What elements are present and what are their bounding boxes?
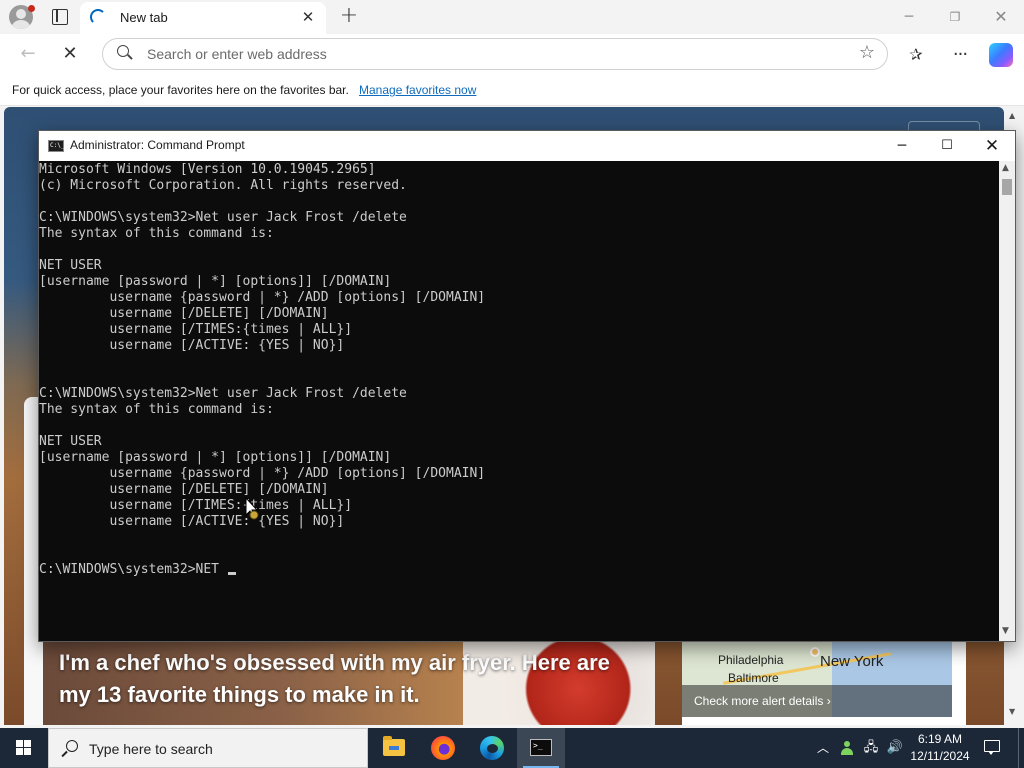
- clock-date: 12/11/2024: [910, 749, 970, 763]
- taskbar-edge[interactable]: [468, 728, 516, 768]
- cmd-app-icon[interactable]: [48, 140, 64, 152]
- map-pin-icon: [810, 647, 820, 657]
- console-prompt-line[interactable]: C:\WINDOWS\system32>NET: [39, 562, 236, 578]
- edge-icon: [480, 736, 504, 760]
- system-clock[interactable]: 6:19 AM 12/11/2024: [906, 731, 974, 765]
- scrollbar-thumb[interactable]: [1002, 179, 1012, 195]
- add-favorite-star-icon[interactable]: ☆: [859, 42, 875, 63]
- alert-details-link[interactable]: Check more alert details ›: [682, 685, 952, 717]
- firefox-icon: [431, 736, 455, 760]
- cmd-close-button[interactable]: ✕: [969, 131, 1015, 161]
- tab-actions-icon[interactable]: [52, 9, 68, 25]
- cmd-window-title: Administrator: Command Prompt: [70, 138, 245, 152]
- command-prompt-icon: [530, 739, 552, 756]
- news-headline[interactable]: I'm a chef who's obsessed with my air fr…: [59, 647, 639, 711]
- windows-logo-icon: [16, 740, 32, 756]
- stop-loading-icon[interactable]: ✕: [58, 42, 82, 66]
- mouse-pointer-icon: [245, 497, 259, 520]
- map-city-label: Philadelphia: [718, 653, 784, 667]
- clock-time: 6:19 AM: [917, 732, 963, 746]
- volume-icon[interactable]: 🔊: [884, 728, 906, 768]
- browser-restore-button[interactable]: ❐: [932, 4, 978, 30]
- profile-notification-dot: [28, 5, 35, 12]
- cmd-scrollbar[interactable]: ▲ ▼: [999, 161, 1015, 641]
- map-city-label: Baltimore: [728, 671, 779, 685]
- search-icon: [61, 740, 79, 758]
- scroll-up-arrow-icon[interactable]: ▲: [1009, 111, 1015, 120]
- network-icon[interactable]: 🖧: [860, 728, 882, 768]
- console-output[interactable]: Microsoft Windows [Version 10.0.19045.29…: [39, 161, 999, 641]
- console-text: Microsoft Windows [Version 10.0.19045.29…: [39, 162, 486, 529]
- notification-center-icon[interactable]: [980, 728, 1004, 768]
- cmd-minimize-button[interactable]: ─: [879, 131, 925, 161]
- map-city-label: New York: [820, 653, 884, 670]
- favorites-icon[interactable]: ✰: [903, 42, 929, 68]
- back-arrow-icon[interactable]: ←: [16, 42, 40, 66]
- taskbar-file-explorer[interactable]: [370, 728, 418, 768]
- taskbar-search-placeholder: Type here to search: [89, 741, 213, 757]
- show-desktop-button[interactable]: [1018, 728, 1024, 768]
- browser-close-button[interactable]: ✕: [978, 4, 1024, 30]
- browser-tab-strip: New tab ✕ + ─ ❐ ✕: [0, 0, 1024, 34]
- tab-close-icon[interactable]: ✕: [298, 7, 318, 27]
- taskbar-command-prompt[interactable]: [517, 728, 565, 768]
- people-tray-icon[interactable]: [836, 728, 858, 768]
- command-prompt-window[interactable]: Administrator: Command Prompt ─ ☐ ✕ Micr…: [38, 130, 1016, 642]
- search-icon: [117, 45, 133, 61]
- console-prompt: C:\WINDOWS\system32>NET: [39, 562, 227, 577]
- manage-favorites-link[interactable]: Manage favorites now: [359, 83, 476, 97]
- browser-minimize-button[interactable]: ─: [886, 4, 932, 30]
- taskbar-firefox[interactable]: [419, 728, 467, 768]
- show-hidden-icons-chevron-icon[interactable]: ︿: [812, 728, 834, 768]
- address-input[interactable]: [147, 44, 827, 64]
- favorites-bar-message: For quick access, place your favorites h…: [12, 83, 349, 97]
- scroll-up-arrow-icon[interactable]: ▲: [1002, 163, 1009, 173]
- cmd-title-bar[interactable]: Administrator: Command Prompt ─ ☐ ✕: [39, 131, 1015, 161]
- tab-title: New tab: [120, 10, 168, 25]
- screen: New tab ✕ + ─ ❐ ✕ ← ✕ ☆ ✰ ··· For quick …: [0, 0, 1024, 768]
- start-button[interactable]: [0, 728, 48, 768]
- new-tab-button[interactable]: +: [336, 4, 362, 30]
- loading-spinner-icon: [90, 9, 106, 25]
- copilot-icon[interactable]: [989, 43, 1013, 67]
- news-card[interactable]: I'm a chef who's obsessed with my air fr…: [43, 635, 655, 725]
- favorites-bar: For quick access, place your favorites h…: [0, 74, 1024, 106]
- text-cursor: [227, 572, 236, 575]
- browser-toolbar: ← ✕ ☆ ✰ ···: [0, 34, 1024, 74]
- taskbar: Type here to search ︿ 🖧 🔊 6:19 AM 12/11/…: [0, 728, 1024, 768]
- address-bar[interactable]: ☆: [102, 38, 888, 70]
- weather-alert-card[interactable]: Philadelphia New York Baltimore Check mo…: [682, 637, 966, 725]
- scroll-down-arrow-icon[interactable]: ▼: [1002, 626, 1009, 636]
- file-explorer-icon: [383, 736, 405, 756]
- cmd-maximize-button[interactable]: ☐: [924, 131, 970, 161]
- taskbar-search-box[interactable]: Type here to search: [48, 728, 368, 768]
- scroll-down-arrow-icon[interactable]: ▼: [1009, 707, 1015, 716]
- tab-new-tab[interactable]: New tab ✕: [80, 2, 326, 34]
- more-options-icon[interactable]: ···: [947, 42, 973, 68]
